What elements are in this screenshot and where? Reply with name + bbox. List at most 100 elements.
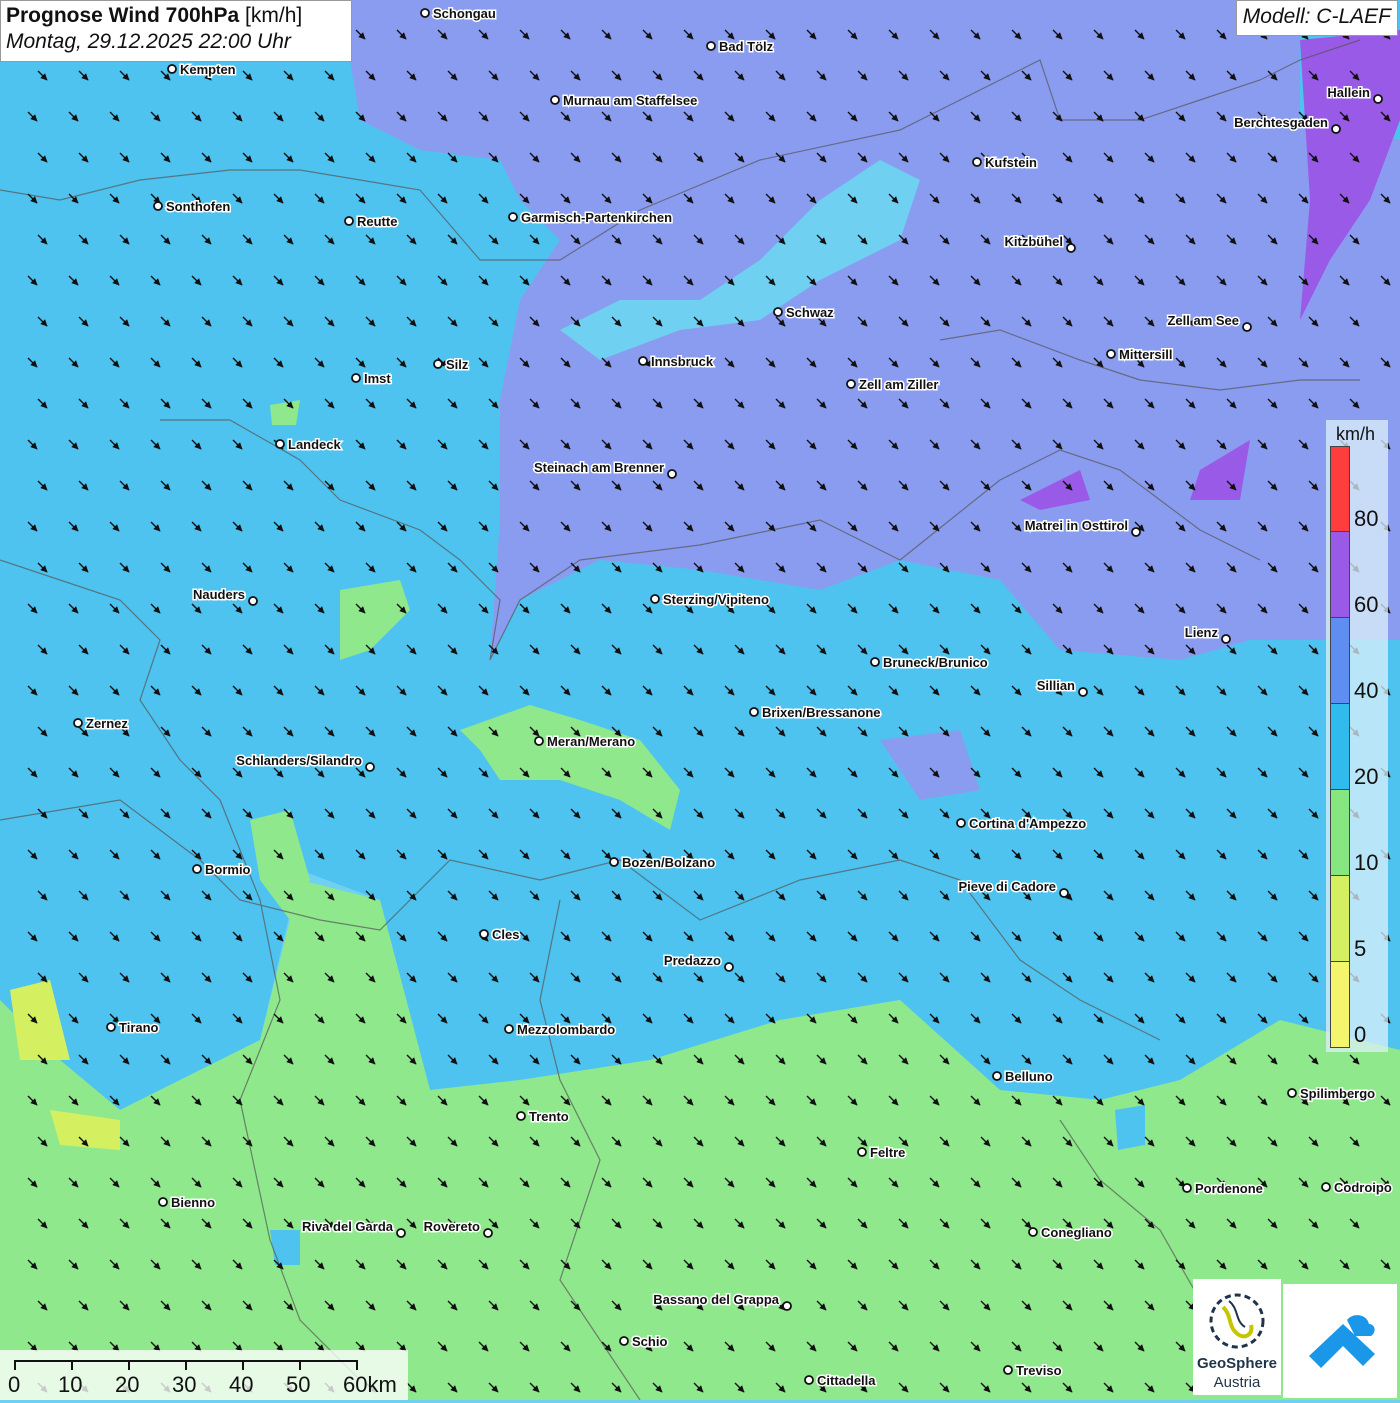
city-label: Rovereto	[424, 1219, 480, 1234]
city-dot	[1059, 888, 1069, 898]
city-label: Reutte	[357, 214, 397, 229]
city-dot	[1331, 124, 1341, 134]
city-label: Steinach am Brenner	[534, 460, 664, 475]
city-label: Mezzolombardo	[517, 1022, 615, 1037]
model-label: Modell: C-LAEF	[1235, 0, 1398, 36]
map-title: Prognose Wind 700hPa [km/h]	[6, 4, 346, 28]
city-dot	[638, 356, 648, 366]
city-dot	[782, 1301, 792, 1311]
city-dot	[1242, 322, 1252, 332]
legend-label: 20	[1354, 764, 1379, 789]
city-marker: Bozen/Bolzano	[609, 854, 717, 872]
city-dot	[724, 962, 734, 972]
city-label: Bormio	[205, 862, 251, 877]
forecast-date: Montag, 29.12.2025 22:00 Uhr	[6, 30, 291, 53]
city-dot	[248, 596, 258, 606]
city-marker: Meran/Merano	[534, 733, 637, 751]
city-dot	[479, 929, 489, 939]
legend-label: 80	[1354, 506, 1379, 531]
scale-label: 40	[229, 1372, 254, 1397]
city-dot	[956, 818, 966, 828]
city-label: Treviso	[1016, 1363, 1062, 1378]
city-dot	[396, 1228, 406, 1238]
weather-app-logo-icon	[1309, 1315, 1375, 1368]
city-dot	[192, 864, 202, 874]
city-label: Nauders	[193, 587, 245, 602]
city-label: Kitzbühel	[1005, 234, 1064, 249]
city-marker: Murnau am Staffelsee	[550, 92, 699, 110]
scale-tick	[242, 1360, 244, 1370]
city-label: Silz	[446, 357, 469, 372]
scale-tick	[71, 1360, 73, 1370]
legend-color-segment	[1330, 446, 1350, 532]
city-label: Pieve di Cadore	[958, 879, 1056, 894]
scale-label: 50	[286, 1372, 311, 1397]
scale-tick	[14, 1360, 16, 1370]
city-marker: Schongau	[420, 5, 497, 23]
scale-bar: 0 10 20 30 40 50 60km	[0, 1350, 408, 1400]
wind-forecast-map: Schongau Bad Tölz Kempten Murnau am Staffel…	[0, 0, 1400, 1400]
city-label: Tirano	[119, 1020, 159, 1035]
city-dot	[804, 1375, 814, 1385]
city-label: Predazzo	[664, 953, 721, 968]
city-label: Bruneck/Brunico	[883, 655, 988, 670]
zone-20-40-piave	[1115, 1105, 1145, 1150]
legend-color-segment	[1330, 962, 1350, 1048]
city-label: Bad Tölz	[719, 39, 774, 54]
city-label: Conegliano	[1041, 1225, 1112, 1240]
legend-color-bar	[1330, 446, 1350, 1048]
legend-label: 40	[1354, 678, 1379, 703]
city-dot	[504, 1024, 514, 1034]
city-dot	[650, 594, 660, 604]
scale-label: 20	[115, 1372, 140, 1397]
city-label: Matrei in Osttirol	[1025, 518, 1128, 533]
city-dot	[1131, 527, 1141, 537]
legend-label: 60	[1354, 592, 1379, 617]
city-label: Pordenone	[1195, 1181, 1263, 1196]
city-label: Riva del Garda	[302, 1219, 394, 1234]
city-label: Schongau	[433, 6, 496, 21]
city-dot	[420, 8, 430, 18]
city-dot	[619, 1336, 629, 1346]
scale-label: 0	[8, 1372, 21, 1397]
city-label: Zernez	[86, 716, 128, 731]
city-marker: Bruneck/Brunico	[870, 654, 989, 672]
city-marker: Brixen/Bressanone	[749, 704, 882, 722]
city-dot	[1106, 349, 1116, 359]
city-label: Cittadella	[817, 1373, 876, 1388]
city-label: Berchtesgaden	[1234, 115, 1328, 130]
city-label: Meran/Merano	[547, 734, 635, 749]
city-dot	[1373, 94, 1383, 104]
legend-color-segment	[1330, 876, 1350, 962]
city-dot	[483, 1228, 493, 1238]
city-marker: Cortina d'Ampezzo	[956, 815, 1088, 833]
city-label: Brixen/Bressanone	[762, 705, 881, 720]
city-label: Sterzing/Vipiteno	[663, 592, 769, 607]
city-label: Innsbruck	[651, 354, 714, 369]
city-dot	[870, 657, 880, 667]
city-dot	[773, 307, 783, 317]
city-dot	[508, 212, 518, 222]
city-label: Cles	[492, 927, 519, 942]
weather-app-logo[interactable]	[1283, 1284, 1397, 1398]
legend-label: 10	[1354, 850, 1379, 875]
city-label: Zell am Ziller	[859, 377, 938, 392]
title-text: Prognose Wind 700hPa	[6, 4, 240, 27]
city-label: Feltre	[870, 1145, 905, 1160]
city-label: Belluno	[1005, 1069, 1053, 1084]
city-label: Garmisch-Partenkirchen	[521, 210, 672, 225]
city-dot	[534, 736, 544, 746]
city-label: Schwaz	[786, 305, 834, 320]
city-dot	[106, 1022, 116, 1032]
city-dot	[351, 373, 361, 383]
city-dot	[1321, 1182, 1331, 1192]
city-label: Sillian	[1037, 678, 1075, 693]
geosphere-austria-logo[interactable]: GeoSphere Austria	[1193, 1279, 1281, 1395]
city-dot	[73, 718, 83, 728]
city-marker: Sonthofen	[153, 198, 232, 216]
city-dot	[972, 157, 982, 167]
city-label: Codroipo	[1334, 1180, 1392, 1195]
city-marker: Mezzolombardo	[504, 1021, 617, 1039]
city-marker: Conegliano	[1028, 1224, 1113, 1242]
city-dot	[158, 1197, 168, 1207]
